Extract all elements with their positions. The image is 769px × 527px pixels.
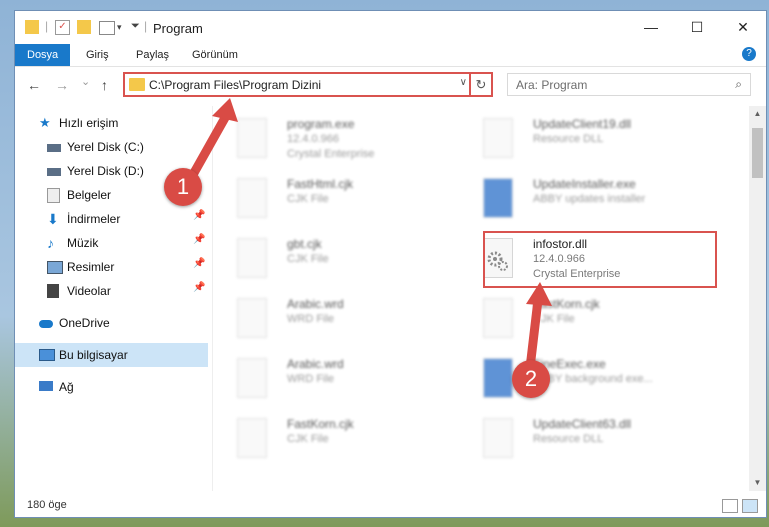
callout-badge-1: 1 [164, 168, 202, 206]
arrow-2-shaft [525, 295, 543, 373]
arrow-1-head [212, 98, 238, 122]
callout-badge-2: 2 [512, 360, 550, 398]
arrow-1-shaft [185, 111, 231, 185]
arrow-2-head [526, 282, 552, 306]
callout-arrows [185, 98, 552, 373]
